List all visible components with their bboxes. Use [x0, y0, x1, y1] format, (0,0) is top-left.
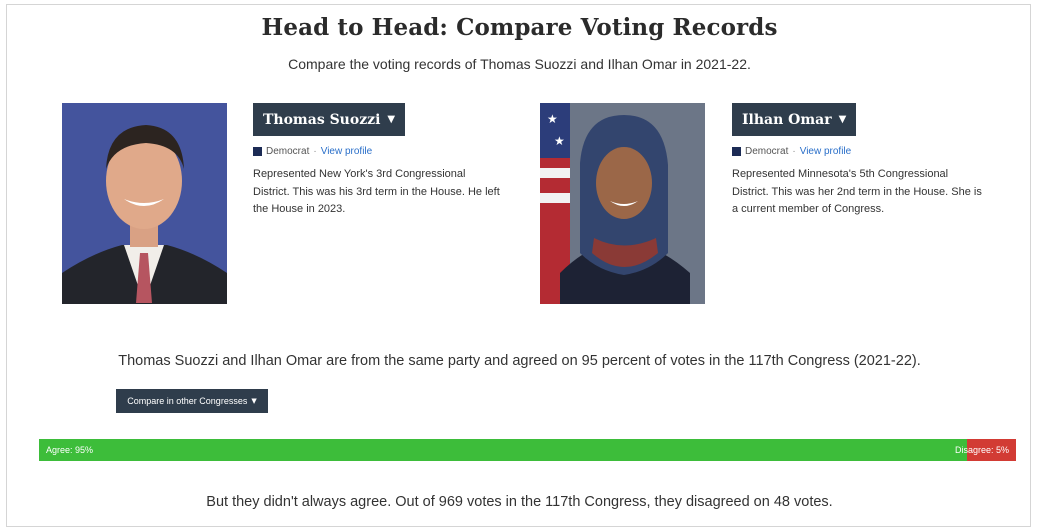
view-profile-link[interactable]: View profile — [321, 146, 373, 157]
member-name: Ilhan Omar — [742, 111, 832, 128]
disagreement-note: But they didn't always agree. Out of 969… — [206, 494, 833, 510]
party-label: Democrat — [266, 146, 310, 157]
party-label: Democrat — [745, 146, 789, 157]
page-title: Head to Head: Compare Voting Records — [261, 14, 778, 41]
member-selector-suozzi[interactable]: Thomas Suozzi ▼ — [253, 103, 406, 136]
party-swatch-icon — [732, 147, 741, 156]
agree-segment: Agree: 95% — [39, 439, 968, 461]
page-subtitle: Compare the voting records of Thomas Suo… — [288, 56, 751, 72]
chevron-down-icon: ▼ — [251, 397, 257, 405]
chevron-down-icon: ▼ — [838, 114, 847, 125]
party-line-suozzi: Democrat · View profile — [253, 146, 372, 157]
member-photo-suozzi — [62, 103, 227, 304]
agree-label: Agree: 95% — [46, 445, 94, 455]
svg-text:★: ★ — [547, 112, 558, 126]
disagree-label: Disagree: 5% — [954, 445, 1009, 455]
agreement-summary: Thomas Suozzi and Ilhan Omar are from th… — [118, 353, 921, 369]
agreement-bar: Agree: 95% Disagree: 5% — [39, 439, 1016, 461]
member-bio: Represented Minnesota's 5th Congressiona… — [732, 168, 982, 215]
member-selector-omar[interactable]: Ilhan Omar ▼ — [732, 103, 857, 136]
svg-text:★: ★ — [554, 134, 565, 148]
compare-button-label: Compare in other Congresses — [127, 396, 248, 406]
chevron-down-icon: ▼ — [387, 114, 396, 125]
party-swatch-icon — [253, 147, 262, 156]
view-profile-link[interactable]: View profile — [800, 146, 852, 157]
member-bio: Represented New York's 3rd Congressional… — [253, 168, 500, 215]
compare-other-congresses-button[interactable]: Compare in other Congresses ▼ — [116, 389, 268, 413]
member-name: Thomas Suozzi — [263, 111, 381, 128]
member-photo-omar: ★ ★ — [540, 103, 705, 304]
party-line-omar: Democrat · View profile — [732, 146, 851, 157]
disagree-segment: Disagree: 5% — [955, 439, 1016, 461]
